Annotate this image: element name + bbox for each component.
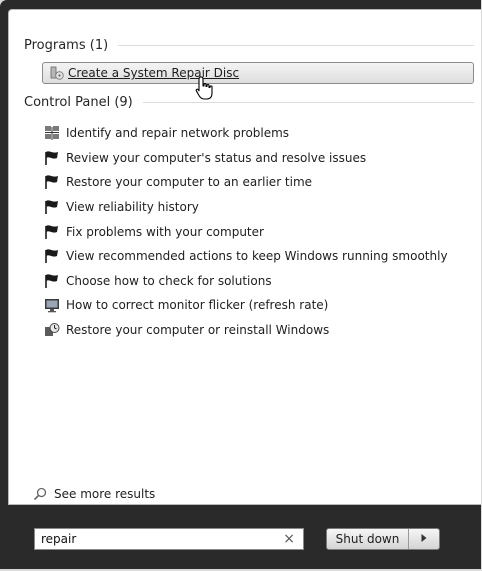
program-result-item[interactable]: Create a System Repair Disc	[42, 62, 474, 84]
see-more-results-link[interactable]: See more results	[33, 485, 155, 503]
programs-header-label: Programs (1)	[24, 37, 109, 53]
shutdown-options-arrow-button[interactable]	[409, 529, 439, 549]
control-panel-item[interactable]: Identify and repair network problems	[44, 121, 474, 146]
action-center-flag-icon	[44, 199, 60, 215]
magnifier-icon	[33, 487, 47, 501]
control-panel-results-list: Identify and repair network problems Rev…	[44, 121, 474, 342]
shutdown-split-button: Shut down	[326, 528, 440, 550]
control-panel-item-label: Identify and repair network problems	[66, 126, 290, 141]
disc-program-icon	[50, 66, 64, 80]
action-center-flag-icon	[44, 248, 60, 264]
control-panel-item[interactable]: Review your computer's status and resolv…	[44, 146, 474, 171]
control-panel-header-divider	[142, 101, 474, 103]
control-panel-item-label: View reliability history	[66, 200, 199, 215]
recovery-icon	[44, 322, 60, 338]
control-panel-item[interactable]: Fix problems with your computer	[44, 219, 474, 244]
start-search-box: ×	[34, 528, 304, 550]
chevron-right-icon	[420, 532, 428, 546]
monitor-icon	[44, 297, 60, 313]
hand-pointer-icon	[195, 76, 215, 102]
action-center-flag-icon	[44, 150, 60, 166]
control-panel-item-label: Review your computer's status and resolv…	[66, 150, 367, 165]
see-more-results-label: See more results	[54, 487, 156, 501]
control-panel-item-label: Restore your computer to an earlier time	[66, 175, 313, 190]
programs-group-header: Programs (1)	[24, 36, 474, 54]
control-panel-header-label: Control Panel (9)	[24, 94, 133, 110]
control-panel-group-header: Control Panel (9)	[24, 93, 474, 111]
search-input[interactable]	[41, 532, 261, 546]
control-panel-item-label: Restore your computer or reinstall Windo…	[66, 323, 330, 338]
network-icon	[44, 125, 60, 141]
control-panel-item[interactable]: View reliability history	[44, 195, 474, 220]
programs-header-divider	[118, 44, 474, 46]
control-panel-item[interactable]: How to correct monitor flicker (refresh …	[44, 293, 474, 318]
control-panel-item[interactable]: Restore your computer or reinstall Windo…	[44, 318, 474, 343]
clear-search-icon[interactable]: ×	[283, 531, 295, 547]
control-panel-item-label: How to correct monitor flicker (refresh …	[66, 298, 329, 313]
action-center-flag-icon	[44, 224, 60, 240]
shutdown-button-label: Shut down	[335, 532, 400, 546]
control-panel-item[interactable]: View recommended actions to keep Windows…	[44, 244, 474, 269]
action-center-flag-icon	[44, 273, 60, 289]
control-panel-item[interactable]: Choose how to check for solutions	[44, 269, 474, 294]
control-panel-item[interactable]: Restore your computer to an earlier time	[44, 170, 474, 195]
control-panel-item-label: Choose how to check for solutions	[66, 273, 272, 288]
control-panel-item-label: Fix problems with your computer	[66, 224, 264, 239]
control-panel-item-label: View recommended actions to keep Windows…	[66, 249, 448, 264]
action-center-flag-icon	[44, 174, 60, 190]
shutdown-button[interactable]: Shut down	[327, 529, 409, 549]
